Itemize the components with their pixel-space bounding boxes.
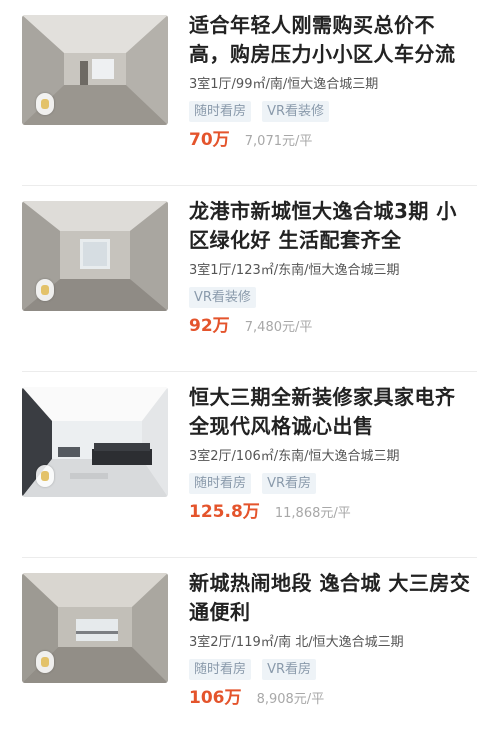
listing-thumbnail[interactable] [22, 15, 168, 125]
tag-viewing: 随时看房 [189, 473, 252, 494]
total-price: 125.8万 [189, 502, 260, 522]
vr-badge-icon [36, 465, 54, 487]
vr-badge-icon [36, 279, 54, 301]
tag-viewing: 随时看房 [189, 659, 252, 680]
listing-card[interactable]: 新城热闹地段 逸合城 大三房交 通便利 3室2厅/119㎡/南 北/恒大逸合城三… [0, 558, 499, 740]
listing-meta: 3室2厅/106㎡/东南/恒大逸合城三期 [189, 449, 400, 464]
listing-thumbnail[interactable] [22, 387, 168, 497]
listing-meta: 3室2厅/119㎡/南 北/恒大逸合城三期 [189, 635, 404, 650]
listing-card[interactable]: 龙港市新城恒大逸合城3期 小 区绿化好 生活配套齐全 3室1厅/123㎡/东南/… [0, 186, 499, 372]
listing-title[interactable]: 新城热闹地段 逸合城 大三房交 通便利 [189, 569, 483, 627]
tag-vr: VR看装修 [189, 287, 256, 308]
listing-tags: 随时看房 VR看装修 [189, 100, 483, 122]
unit-price: 7,480元/平 [244, 320, 313, 335]
listing-feed: 适合年轻人刚需购买总价不 高，购房压力小小区人车分流 3室1厅/99㎡/南/恒大… [0, 0, 499, 740]
listing-thumbnail[interactable] [22, 573, 168, 683]
unit-price: 8,908元/平 [256, 692, 325, 707]
listing-tags: 随时看房 VR看房 [189, 472, 483, 494]
listing-tags: VR看装修 [189, 286, 483, 308]
vr-badge-icon [36, 93, 54, 115]
total-price: 92万 [189, 316, 230, 336]
tag-viewing: 随时看房 [189, 101, 252, 122]
listing-card[interactable]: 恒大三期全新装修家具家电齐 全现代风格诚心出售 3室2厅/106㎡/东南/恒大逸… [0, 372, 499, 558]
vr-badge-icon [36, 651, 54, 673]
total-price: 70万 [189, 130, 230, 150]
listing-card[interactable]: 适合年轻人刚需购买总价不 高，购房压力小小区人车分流 3室1厅/99㎡/南/恒大… [0, 0, 499, 186]
unit-price: 11,868元/平 [274, 506, 351, 521]
tag-vr: VR看房 [262, 473, 317, 494]
listing-tags: 随时看房 VR看房 [189, 658, 483, 680]
listing-thumbnail[interactable] [22, 201, 168, 311]
listing-title[interactable]: 恒大三期全新装修家具家电齐 全现代风格诚心出售 [189, 383, 483, 441]
listing-meta: 3室1厅/123㎡/东南/恒大逸合城三期 [189, 263, 400, 278]
total-price: 106万 [189, 688, 242, 708]
listing-meta: 3室1厅/99㎡/南/恒大逸合城三期 [189, 77, 379, 92]
listing-title[interactable]: 龙港市新城恒大逸合城3期 小 区绿化好 生活配套齐全 [189, 197, 483, 255]
tag-vr: VR看房 [262, 659, 317, 680]
listing-title[interactable]: 适合年轻人刚需购买总价不 高，购房压力小小区人车分流 [189, 11, 483, 69]
unit-price: 7,071元/平 [244, 134, 313, 149]
tag-vr: VR看装修 [262, 101, 330, 122]
